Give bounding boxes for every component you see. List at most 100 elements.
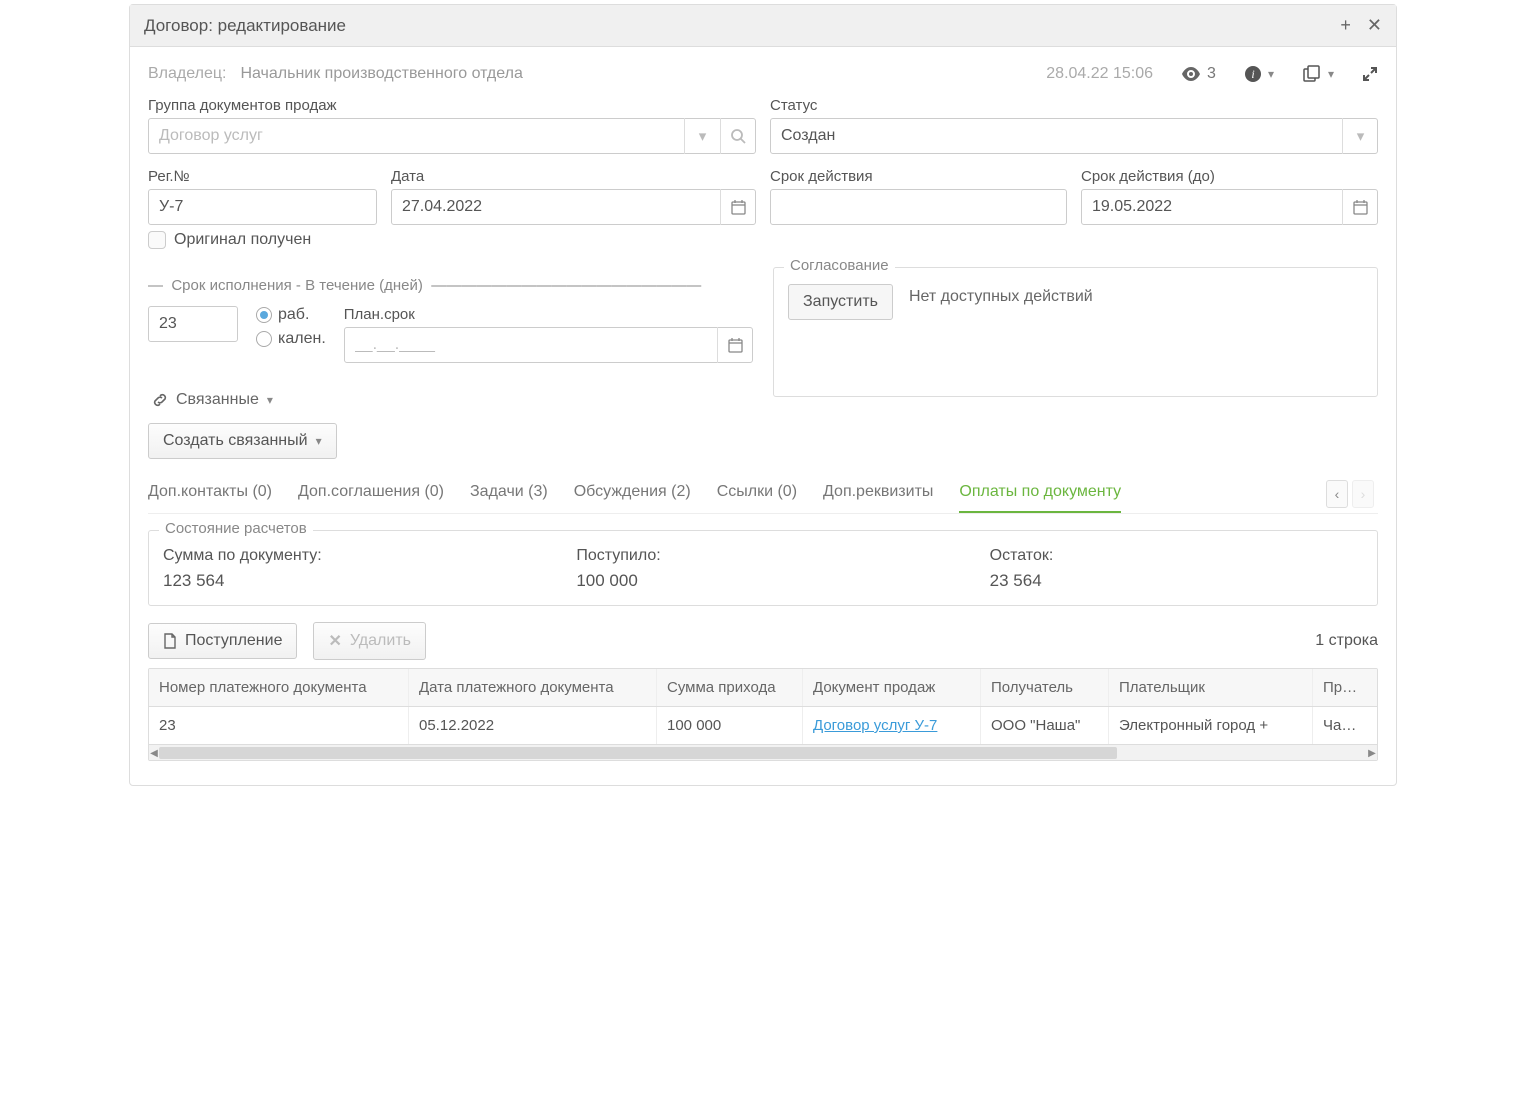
views-block[interactable]: 3 bbox=[1181, 65, 1216, 83]
row-count: 1 строка bbox=[1315, 632, 1378, 650]
th-note[interactable]: Приме bbox=[1313, 669, 1373, 706]
topline: Владелец: Начальник производственного от… bbox=[148, 65, 1378, 83]
sales-doc-link[interactable]: Договор услуг У-7 bbox=[813, 717, 937, 734]
income-button[interactable]: Поступление bbox=[148, 623, 297, 659]
status-input[interactable] bbox=[770, 118, 1378, 154]
th-recipient[interactable]: Получатель bbox=[981, 669, 1109, 706]
run-approval-button[interactable]: Запустить bbox=[788, 284, 893, 320]
copy-dropdown[interactable]: ▾ bbox=[1302, 65, 1334, 83]
th-amount[interactable]: Сумма прихода bbox=[657, 669, 803, 706]
radio-work-label: раб. bbox=[278, 306, 309, 324]
form-row-1: Группа документов продаж ▾ Статус ▾ bbox=[148, 97, 1378, 154]
payments-table: Номер платежного документа Дата платежно… bbox=[148, 668, 1378, 761]
create-related-button[interactable]: Создать связанный ▾ bbox=[148, 423, 337, 459]
info-dropdown[interactable]: i ▾ bbox=[1244, 65, 1274, 83]
status-field: Статус ▾ bbox=[770, 97, 1378, 154]
tab-links[interactable]: Ссылки (0) bbox=[717, 475, 797, 513]
scrollbar-thumb[interactable] bbox=[159, 747, 1117, 759]
valid-to-input[interactable] bbox=[1081, 189, 1378, 225]
group-field: Группа документов продаж ▾ bbox=[148, 97, 756, 154]
tab-discussions[interactable]: Обсуждения (2) bbox=[574, 475, 691, 513]
actions-row: Поступление ✕ Удалить 1 строка bbox=[148, 622, 1378, 660]
chevron-down-icon: ▾ bbox=[267, 393, 273, 407]
scroll-right-button: › bbox=[1352, 480, 1374, 508]
calendar-icon[interactable] bbox=[720, 189, 756, 225]
datetime-label: 28.04.22 15:06 bbox=[1046, 65, 1153, 83]
calc-remainder-label: Остаток: bbox=[990, 547, 1363, 565]
expand-icon[interactable] bbox=[1362, 66, 1378, 82]
valid-to-label: Срок действия (до) bbox=[1081, 168, 1378, 185]
calc-received: Поступило: 100 000 bbox=[576, 547, 949, 591]
calc-received-value: 100 000 bbox=[576, 571, 949, 591]
owner-block: Владелец: Начальник производственного от… bbox=[148, 65, 523, 83]
th-doc-number[interactable]: Номер платежного документа bbox=[149, 669, 409, 706]
td-sales-doc[interactable]: Договор услуг У-7 bbox=[803, 707, 981, 744]
status-label: Статус bbox=[770, 97, 1378, 114]
window-controls: + ✕ bbox=[1340, 15, 1382, 36]
calc-sum-label: Сумма по документу: bbox=[163, 547, 536, 565]
fieldsets-row: — Срок исполнения - В течение (дней) ———… bbox=[148, 263, 1378, 459]
income-label: Поступление bbox=[185, 632, 282, 650]
regno-input[interactable] bbox=[148, 189, 377, 225]
plan-date-input[interactable] bbox=[344, 327, 753, 363]
td-recipient: ООО "Наша" bbox=[981, 707, 1109, 744]
chevron-down-icon: ▾ bbox=[1268, 67, 1274, 81]
views-count: 3 bbox=[1207, 65, 1216, 83]
close-icon: ✕ bbox=[328, 631, 341, 651]
related-link[interactable]: Связанные ▾ bbox=[152, 391, 753, 409]
svg-text:i: i bbox=[1251, 67, 1254, 81]
calc-remainder-value: 23 564 bbox=[990, 571, 1363, 591]
radio-calendar-days[interactable]: кален. bbox=[256, 330, 326, 348]
horizontal-scrollbar[interactable]: ◀ ▶ bbox=[149, 744, 1377, 760]
th-doc-date[interactable]: Дата платежного документа bbox=[409, 669, 657, 706]
term-legend: — Срок исполнения - В течение (дней) ———… bbox=[148, 277, 701, 294]
orig-received-row[interactable]: Оригинал получен bbox=[148, 231, 1378, 249]
th-sales-doc[interactable]: Документ продаж bbox=[803, 669, 981, 706]
td-doc-number: 23 bbox=[149, 707, 409, 744]
date-input[interactable] bbox=[391, 189, 756, 225]
term-days-input[interactable] bbox=[148, 306, 238, 342]
td-doc-date: 05.12.2022 bbox=[409, 707, 657, 744]
tab-tasks[interactable]: Задачи (3) bbox=[470, 475, 548, 513]
valid-field: Срок действия bbox=[770, 168, 1067, 225]
approval-fieldset: Согласование Запустить Нет доступных дей… bbox=[773, 267, 1378, 397]
chevron-down-icon[interactable]: ▾ bbox=[1342, 118, 1378, 154]
group-input[interactable] bbox=[148, 118, 756, 154]
radio-icon bbox=[256, 331, 272, 347]
group-select[interactable]: ▾ bbox=[148, 118, 756, 154]
table-row[interactable]: 23 05.12.2022 100 000 Договор услуг У-7 … bbox=[149, 707, 1377, 744]
tab-extra-agreements[interactable]: Доп.соглашения (0) bbox=[298, 475, 444, 513]
td-note: Части bbox=[1313, 707, 1373, 744]
chevron-down-icon: ▾ bbox=[316, 434, 322, 448]
calendar-icon[interactable] bbox=[717, 327, 753, 363]
scroll-left-button[interactable]: ‹ bbox=[1326, 480, 1348, 508]
related-label: Связанные bbox=[176, 391, 259, 409]
status-select[interactable]: ▾ bbox=[770, 118, 1378, 154]
radio-work-days[interactable]: раб. bbox=[256, 306, 326, 324]
valid-input[interactable] bbox=[770, 189, 1067, 225]
th-payer[interactable]: Плательщик bbox=[1109, 669, 1313, 706]
tabs-bar: Доп.контакты (0) Доп.соглашения (0) Зада… bbox=[148, 475, 1378, 514]
owner-value: Начальник производственного отдела bbox=[240, 65, 522, 83]
owner-label: Владелец: bbox=[148, 65, 226, 83]
run-approval-label: Запустить bbox=[803, 293, 878, 311]
scroll-right-arrow-icon[interactable]: ▶ bbox=[1365, 745, 1378, 761]
chevron-down-icon[interactable]: ▾ bbox=[684, 118, 720, 154]
add-icon[interactable]: + bbox=[1340, 15, 1351, 36]
tab-extra-props[interactable]: Доп.реквизиты bbox=[823, 475, 933, 513]
calc-remainder: Остаток: 23 564 bbox=[990, 547, 1363, 591]
regno-label: Рег.№ bbox=[148, 168, 377, 185]
td-amount: 100 000 bbox=[657, 707, 803, 744]
search-icon[interactable] bbox=[720, 118, 756, 154]
tab-payments[interactable]: Оплаты по документу bbox=[959, 475, 1121, 513]
calendar-icon[interactable] bbox=[1342, 189, 1378, 225]
date-field: Дата bbox=[391, 168, 756, 225]
table-header: Номер платежного документа Дата платежно… bbox=[149, 669, 1377, 707]
form-row-2: Рег.№ Дата Срок действия bbox=[148, 168, 1378, 225]
valid-to-field: Срок действия (до) bbox=[1081, 168, 1378, 225]
close-icon[interactable]: ✕ bbox=[1367, 15, 1382, 36]
info-icon: i bbox=[1244, 65, 1262, 83]
date-label: Дата bbox=[391, 168, 756, 185]
checkbox-icon[interactable] bbox=[148, 231, 166, 249]
tab-extra-contacts[interactable]: Доп.контакты (0) bbox=[148, 475, 272, 513]
